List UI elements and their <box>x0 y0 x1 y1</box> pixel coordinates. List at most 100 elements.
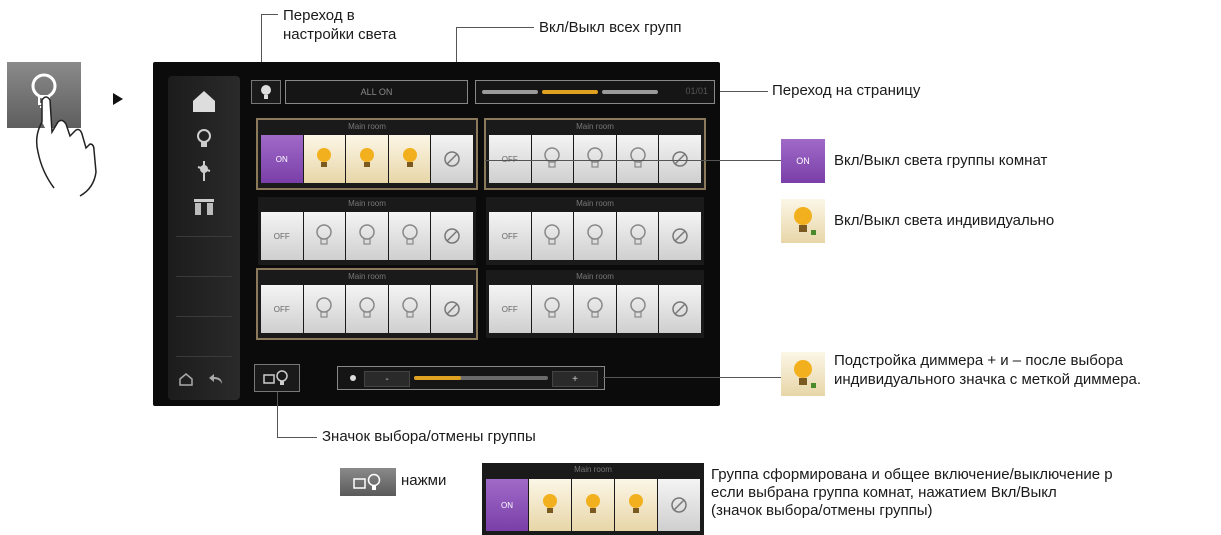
lamp-on-icon <box>586 494 600 513</box>
dimmer-minus-button[interactable]: - <box>364 371 410 387</box>
callout-leader <box>603 377 781 378</box>
callout-light-settings-line1: Переход в <box>283 7 355 24</box>
sidebar-item-fan[interactable] <box>182 156 226 186</box>
lamp-button[interactable] <box>616 135 659 183</box>
lamp-on-icon <box>317 148 332 167</box>
callout-leader <box>277 437 317 438</box>
group-select-icon <box>353 473 381 490</box>
cancel-icon <box>444 151 460 167</box>
lamp-off-icon <box>544 147 561 168</box>
lamp-button[interactable] <box>388 212 431 260</box>
lamp-button[interactable] <box>346 285 388 333</box>
cancel-icon <box>444 301 460 317</box>
hand-pointer-icon <box>35 96 97 197</box>
example-lamp <box>529 479 571 531</box>
callout-all-groups: Вкл/Выкл всех групп <box>539 19 682 36</box>
lamp-button[interactable] <box>574 212 616 260</box>
group-panel: Main room OFF <box>486 270 704 338</box>
lamp-button[interactable] <box>388 135 431 183</box>
dimmer-plus-button[interactable]: + <box>552 371 598 387</box>
cancel-button[interactable] <box>659 285 701 333</box>
cancel-button[interactable] <box>659 135 701 183</box>
lamp-button[interactable] <box>346 135 388 183</box>
callout-leader <box>261 14 278 15</box>
lamp-button[interactable] <box>388 285 431 333</box>
dimmer-control: - + <box>337 366 605 390</box>
example-group-title: Main room <box>574 465 612 474</box>
bulb-icon <box>261 85 271 99</box>
lamp-button[interactable] <box>616 285 659 333</box>
group-panel: Main room OFF <box>258 197 476 265</box>
home-icon <box>179 373 193 386</box>
lamp-off-icon <box>316 224 333 245</box>
group-title: Main room <box>576 199 614 208</box>
fan-icon <box>197 161 211 181</box>
lamp-button[interactable] <box>531 212 574 260</box>
lamp-button[interactable] <box>574 135 616 183</box>
group-title: Main room <box>576 272 614 281</box>
lamp-off-icon <box>629 147 646 168</box>
divider <box>176 236 232 237</box>
lamp-button[interactable] <box>616 212 659 260</box>
back-button[interactable] <box>208 372 224 391</box>
callout-leader <box>277 392 278 437</box>
light-settings-button[interactable] <box>251 80 281 104</box>
page-indicator[interactable]: 01/01 <box>475 80 715 104</box>
group-title: Main room <box>348 199 386 208</box>
group-select-button[interactable] <box>254 364 300 392</box>
group-onoff-button[interactable]: OFF <box>261 285 303 333</box>
lamp-on-icon <box>781 199 825 243</box>
cancel-button[interactable] <box>431 135 473 183</box>
legend-dimmer-line1: Подстройка диммера + и – после выбора <box>834 352 1123 369</box>
dimmer-slider[interactable] <box>414 376 548 380</box>
dimmer-fill <box>414 376 461 380</box>
cancel-button[interactable] <box>431 285 473 333</box>
lamp-button[interactable] <box>346 212 388 260</box>
group-title: Main room <box>348 122 386 131</box>
lamp-button[interactable] <box>303 212 346 260</box>
sidebar-item-home[interactable] <box>182 86 226 116</box>
lamp-off-icon <box>587 224 603 245</box>
group-onoff-button[interactable]: ON <box>261 135 303 183</box>
divider <box>176 316 232 317</box>
group-onoff-button[interactable]: OFF <box>489 285 531 333</box>
cancel-button[interactable] <box>431 212 473 260</box>
all-on-button[interactable]: ALL ON <box>285 80 468 104</box>
callout-leader <box>712 91 768 92</box>
sun-icon <box>346 371 360 385</box>
footer-description-line3: (значок выбора/отмены группы) <box>711 502 933 519</box>
lamp-off-icon <box>316 297 333 318</box>
callout-light-settings-line2: настройки света <box>283 26 397 43</box>
lamp-button[interactable] <box>303 285 346 333</box>
lamp-off-icon <box>629 224 646 245</box>
group-onoff-button[interactable]: OFF <box>489 212 531 260</box>
lamp-button[interactable] <box>531 135 574 183</box>
lamp-off-icon <box>401 224 418 245</box>
divider <box>176 276 232 277</box>
group-panel: Main room OFF <box>486 120 704 188</box>
lamp-off-icon <box>587 297 603 318</box>
lamp-dimmer-icon <box>781 352 825 396</box>
group-onoff-button[interactable]: OFF <box>261 212 303 260</box>
page-dot <box>602 90 658 94</box>
divider <box>176 356 232 357</box>
callout-leader <box>485 160 781 161</box>
back-arrow-icon <box>209 374 222 384</box>
group-onoff-button[interactable]: OFF <box>489 135 531 183</box>
sidebar-item-curtain[interactable] <box>182 192 226 222</box>
example-cancel <box>658 479 700 531</box>
home-button[interactable] <box>178 372 194 391</box>
legend-individual-onoff: Вкл/Выкл света индивидуально <box>834 212 1055 229</box>
cancel-button[interactable] <box>659 212 701 260</box>
legend-group-onoff: Вкл/Выкл света группы комнат <box>834 152 1048 169</box>
group-select-icon <box>263 370 288 385</box>
sidebar-item-light[interactable] <box>182 124 226 154</box>
lamp-button[interactable] <box>303 135 346 183</box>
cancel-icon <box>672 301 688 317</box>
lamp-off-icon <box>587 147 603 168</box>
house-icon <box>193 91 215 112</box>
lamp-button[interactable] <box>574 285 616 333</box>
lamp-button[interactable] <box>531 285 574 333</box>
legend-dimmer-line2: индивидуального значка с меткой диммера. <box>834 371 1142 388</box>
callout-page-nav: Переход на страницу <box>772 82 921 99</box>
